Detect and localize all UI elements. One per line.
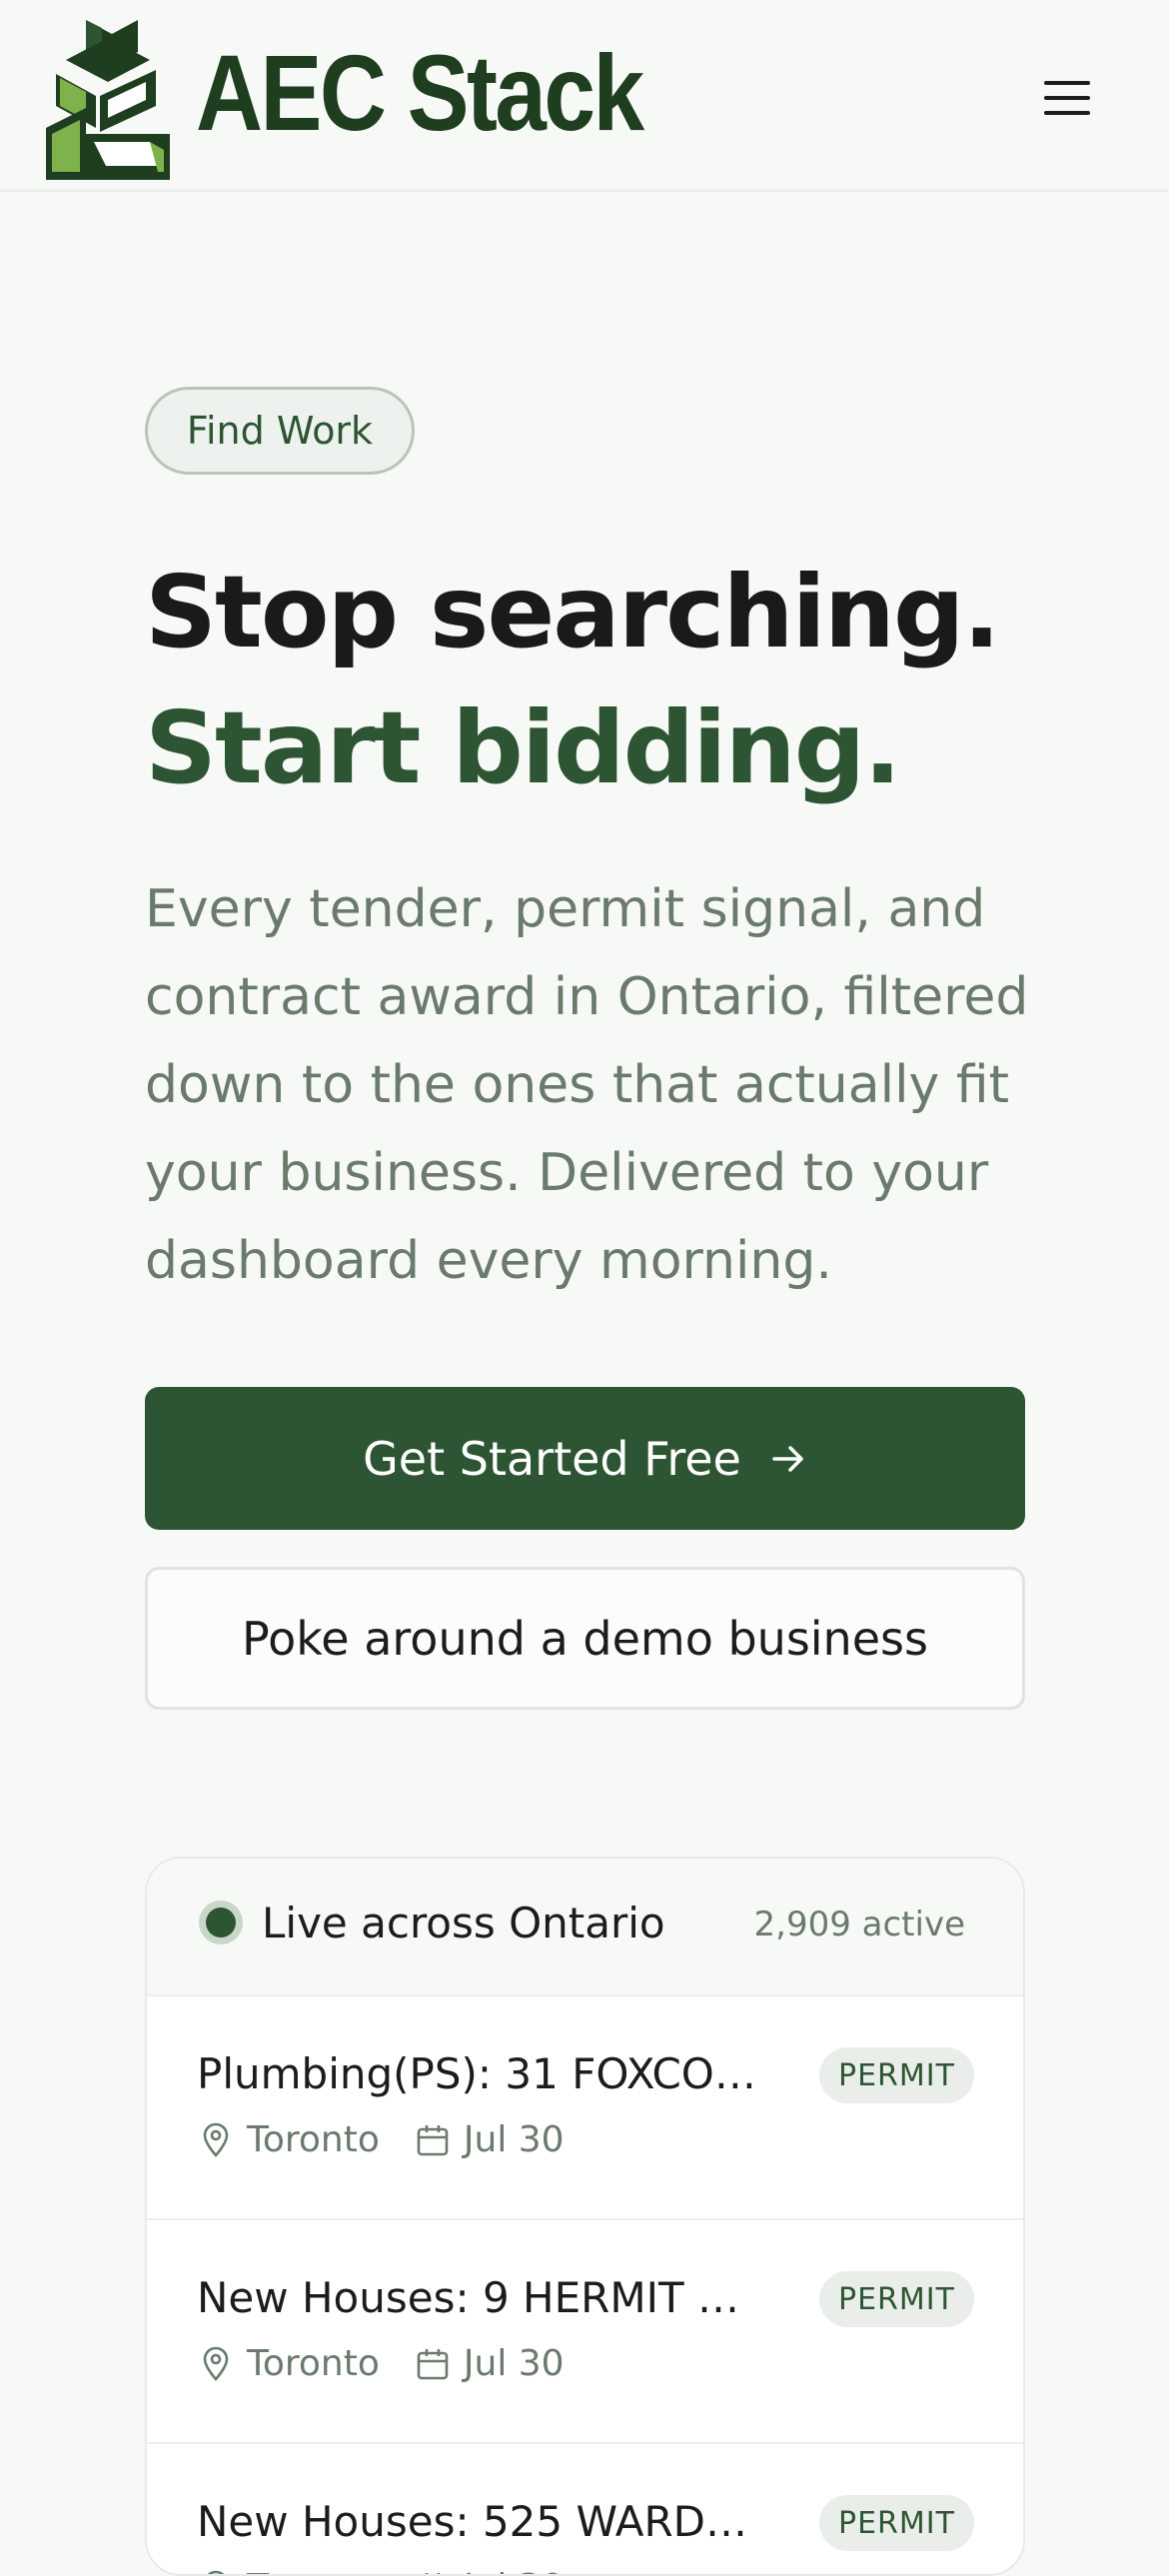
status-badge: PERMIT [819,2047,974,2103]
item-location: Toronto [247,2343,380,2384]
live-feed-header: Live across Ontario 2,909 active [147,1859,1023,1996]
active-count: 2,909 active [753,1905,966,1944]
arrow-right-icon [772,1445,803,1472]
live-status-dot-icon [199,1901,243,1944]
list-item[interactable]: New Houses: 525 WARDEN AVE PERMIT Toront… [147,2444,1023,2574]
calendar-icon [414,2566,452,2574]
item-title: New Houses: 525 WARDEN AVE [197,2497,756,2546]
item-meta: Toronto Jul 30 [197,2118,565,2162]
item-date: Jul 30 [464,2566,565,2574]
list-item[interactable]: Plumbing(PS): 31 FOXCOTE CRES PERMIT Tor… [147,1996,1023,2220]
location-pin-icon [197,2118,235,2162]
building-stack-logo-icon[interactable] [46,16,170,180]
live-feed-title: Live across Ontario [262,1899,665,1947]
headline-line-2: Start bidding. [145,689,901,806]
list-item[interactable]: New Houses: 9 HERMIT CRT PERMIT Toronto … [147,2220,1023,2444]
item-title: New Houses: 9 HERMIT CRT [197,2273,756,2322]
location-pin-icon [197,2566,235,2574]
live-feed-card: Live across Ontario 2,909 active Plumbin… [145,1857,1025,2576]
item-date: Jul 30 [463,2343,565,2384]
status-badge: PERMIT [819,2271,974,2327]
demo-business-button[interactable]: Poke around a demo business [145,1567,1025,1710]
find-work-tag: Find Work [145,387,415,475]
get-started-free-button[interactable]: Get Started Free [145,1387,1025,1530]
location-pin-icon [197,2342,235,2386]
get-started-free-label: Get Started Free [363,1431,741,1486]
hero-headline: Stop searching. Start bidding. [145,545,1001,816]
brand-name[interactable]: AEC Stack [196,38,644,148]
status-badge: PERMIT [819,2495,974,2551]
calendar-icon [414,2342,452,2386]
item-meta: Toronto Jul 30 [197,2566,565,2574]
hamburger-menu-icon [1044,81,1090,115]
item-location: Toronto [247,2566,380,2574]
calendar-icon [414,2118,452,2162]
headline-line-1: Stop searching. [145,554,1001,670]
item-title: Plumbing(PS): 31 FOXCOTE CRES [197,2049,756,2098]
item-meta: Toronto Jul 30 [197,2342,565,2386]
site-header: AEC Stack [0,0,1169,192]
hamburger-menu-button[interactable] [1029,60,1105,136]
item-date: Jul 30 [463,2119,565,2160]
hero-description: Every tender, permit signal, and contrac… [145,879,1029,1291]
item-location: Toronto [247,2119,380,2160]
